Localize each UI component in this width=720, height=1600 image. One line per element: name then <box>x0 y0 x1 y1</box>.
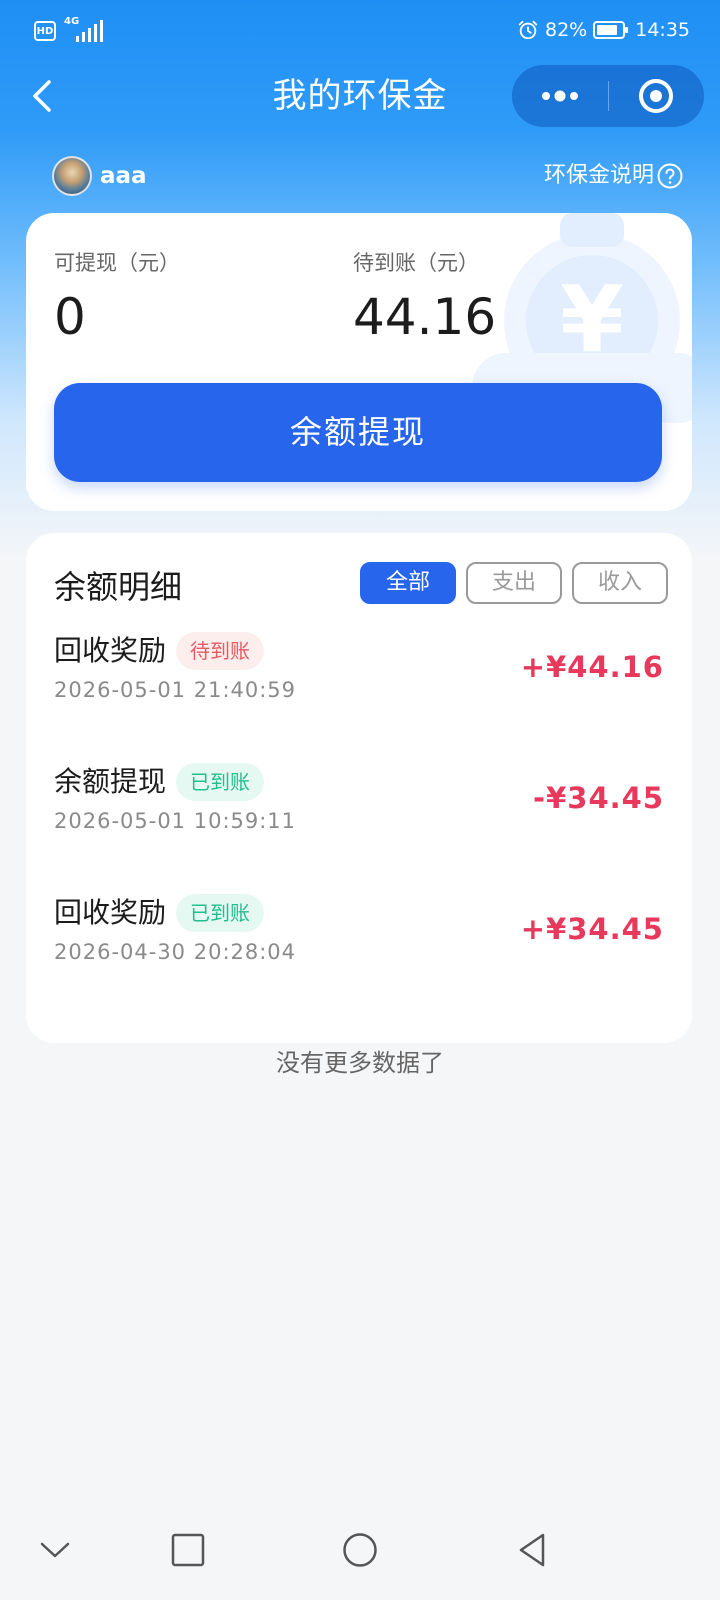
pending-block: 待到账（元） 44.16 <box>353 249 496 349</box>
username: aaa <box>100 163 147 189</box>
transaction-row[interactable]: 回收奖励 待到账 2026-05-01 21:40:59 +¥44.16 <box>26 631 692 741</box>
withdrawable-block: 可提现（元） 0 <box>54 249 180 349</box>
battery-percent: 82% <box>545 19 588 41</box>
details-title: 余额明细 <box>54 568 183 606</box>
balance-card: ¥ 可提现（元） 0 待到账（元） 44.16 余额提现 <box>26 213 692 511</box>
back-button[interactable] <box>22 74 62 118</box>
pending-value: 44.16 <box>353 288 497 346</box>
watermark-yen: ¥ <box>560 266 624 373</box>
target-circle-icon <box>639 79 673 113</box>
status-right: 82% 14:35 <box>517 19 690 41</box>
more-dots-icon <box>542 90 578 102</box>
status-badge: 待到账 <box>176 632 265 670</box>
filter-tabs: 全部 支出 收入 <box>360 562 668 604</box>
system-back-button[interactable] <box>502 1520 562 1580</box>
signal-icon: 4G <box>64 16 104 44</box>
hd-icon: HD <box>34 21 56 41</box>
tab-income[interactable]: 收入 <box>572 562 668 604</box>
home-button[interactable] <box>330 1520 390 1580</box>
user-info: aaa <box>52 156 147 196</box>
recents-button[interactable] <box>158 1520 218 1580</box>
transaction-amount: +¥34.45 <box>520 912 664 946</box>
transaction-time: 2026-05-01 10:59:11 <box>54 809 297 833</box>
status-badge: 已到账 <box>176 763 265 801</box>
tab-expense[interactable]: 支出 <box>466 562 562 604</box>
transaction-name: 余额提现 <box>54 765 167 798</box>
status-badge: 已到账 <box>176 894 265 932</box>
withdraw-button[interactable]: 余额提现 <box>54 383 662 482</box>
transaction-amount: -¥34.45 <box>533 781 664 815</box>
balance-details-card: 余额明细 全部 支出 收入 回收奖励 待到账 2026-05-01 21:40:… <box>26 533 692 1043</box>
circle-icon <box>343 1533 377 1567</box>
transaction-name: 回收奖励 <box>54 896 167 929</box>
chevron-left-icon <box>33 80 51 112</box>
no-more-data-text: 没有更多数据了 <box>276 1049 444 1077</box>
transaction-time: 2026-04-30 20:28:04 <box>54 940 297 964</box>
hide-keyboard-button[interactable] <box>25 1520 85 1580</box>
transaction-amount: +¥44.16 <box>520 650 664 684</box>
triangle-back-icon <box>519 1533 545 1567</box>
transaction-row[interactable]: 余额提现 已到账 2026-05-01 10:59:11 -¥34.45 <box>26 762 692 872</box>
clock: 14:35 <box>635 19 690 41</box>
status-bar: HD 4G 82% 14:35 <box>0 0 720 64</box>
pending-label: 待到账（元） <box>353 251 479 275</box>
transaction-name: 回收奖励 <box>54 634 167 667</box>
chevron-down-icon <box>40 1542 70 1558</box>
transaction-time: 2026-05-01 21:40:59 <box>54 678 297 702</box>
status-left: HD 4G <box>34 16 104 44</box>
tab-all[interactable]: 全部 <box>360 562 456 604</box>
help-link[interactable]: 环保金说明 <box>544 158 654 194</box>
avatar[interactable] <box>52 156 92 196</box>
square-icon <box>171 1533 205 1567</box>
more-button[interactable] <box>512 65 608 127</box>
miniprogram-capsule <box>512 65 704 127</box>
withdrawable-label: 可提现（元） <box>54 251 180 275</box>
alarm-icon <box>518 20 538 40</box>
question-circle-icon[interactable] <box>656 162 684 190</box>
battery-icon <box>593 21 629 39</box>
transaction-row[interactable]: 回收奖励 已到账 2026-04-30 20:28:04 +¥34.45 <box>26 893 692 1003</box>
close-miniprogram-button[interactable] <box>608 65 704 127</box>
system-navigation-bar <box>0 1500 720 1600</box>
withdrawable-value: 0 <box>54 288 86 346</box>
